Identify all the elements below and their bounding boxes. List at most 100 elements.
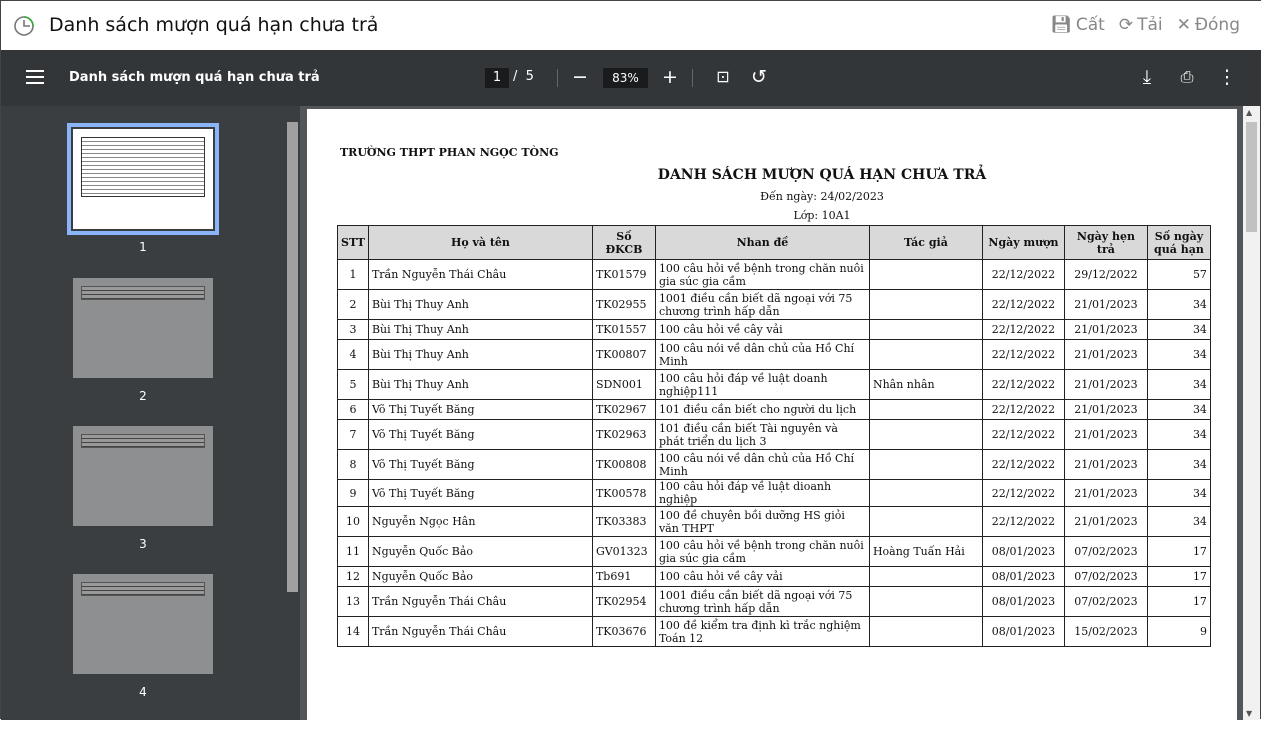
table-row: 14 Trần Nguyễn Thái Châu TK03676 100 đề kiể… — [337, 616, 1211, 647]
table-cell: 101 điều cần biết cho người du lịch — [654, 399, 870, 420]
table-row: 11 Nguyễn Quốc Bảo GV01323 100 câu hỏi về b… — [337, 536, 1211, 567]
menu-icon[interactable] — [26, 70, 44, 84]
table-cell: TK03383 — [591, 506, 656, 537]
rotate-icon[interactable]: ↺ — [747, 65, 771, 89]
table-cell: 08/01/2023 — [981, 586, 1065, 617]
table-row: 8 Võ Thị Tuyết Băng TK00808 100 câu nói về … — [337, 449, 1211, 480]
table-row: 9 Võ Thị Tuyết Băng TK00578 100 câu hỏi đáp… — [337, 479, 1211, 507]
table-cell: 21/01/2023 — [1063, 479, 1148, 507]
column-header: STT — [337, 225, 369, 260]
report-title: DANH SÁCH MƯỢN QUÁ HẠN CHƯA TRẢ — [657, 167, 987, 183]
thumbnail-page-1[interactable] — [67, 123, 219, 235]
table-cell: 21/01/2023 — [1063, 339, 1148, 370]
print-icon[interactable]: ⎙ — [1175, 65, 1199, 89]
document-title: Danh sách mượn quá hạn chưa trả — [69, 70, 320, 85]
table-cell: 22/12/2022 — [981, 506, 1065, 537]
save-button[interactable]: 💾︎ Cất — [1050, 15, 1105, 35]
thumbnail-label: 3 — [139, 537, 147, 551]
thumbnail-page-2[interactable] — [73, 278, 213, 378]
zoom-input[interactable]: 83% — [603, 68, 648, 88]
table-cell: 100 câu hỏi về bệnh trong chăn nuôi gia … — [654, 536, 870, 567]
table-cell — [868, 616, 983, 647]
table-cell: 100 câu hỏi về bệnh trong chăn nuôi gia … — [654, 259, 870, 290]
table-cell: 7 — [337, 419, 369, 450]
column-header: Tác giả — [868, 225, 983, 260]
table-cell: 07/02/2023 — [1063, 586, 1148, 617]
table-cell: 14 — [337, 616, 369, 647]
table-cell — [868, 419, 983, 450]
table-cell: 2 — [337, 289, 369, 320]
table-cell — [868, 289, 983, 320]
table-cell: 100 câu hỏi đáp về luật dioanh nghiệp — [654, 479, 870, 507]
table-cell: 34 — [1146, 339, 1211, 370]
table-cell: 21/01/2023 — [1063, 449, 1148, 480]
table-cell: 22/12/2022 — [981, 259, 1065, 290]
table-cell: 08/01/2023 — [981, 566, 1065, 587]
report-date: Đến ngày: 24/02/2023 — [760, 190, 884, 203]
table-cell — [868, 479, 983, 507]
reload-button[interactable]: ⟳ Tải — [1119, 15, 1163, 35]
table-cell: Võ Thị Tuyết Băng — [367, 399, 593, 420]
table-cell: 21/01/2023 — [1063, 506, 1148, 537]
main-scrollbar[interactable]: ▲ ▼ — [1243, 106, 1260, 720]
fit-page-icon[interactable]: ⊡ — [711, 65, 735, 89]
table-cell: 22/12/2022 — [981, 369, 1065, 400]
table-cell: 8 — [337, 449, 369, 480]
thumbnail-page-3[interactable] — [73, 426, 213, 526]
more-options-icon[interactable]: ⋮ — [1215, 65, 1239, 89]
table-row: 6 Võ Thị Tuyết Băng TK02967 101 điều cần bi… — [337, 399, 1211, 420]
close-icon: ✕ — [1176, 15, 1191, 35]
table-cell: 1001 điều cần biết dã ngoại với 75 chươn… — [654, 289, 870, 320]
table-cell: 100 câu hỏi về cây vải — [654, 566, 870, 587]
table-cell: 6 — [337, 399, 369, 420]
table-cell: 22/12/2022 — [981, 289, 1065, 320]
table-cell: 34 — [1146, 369, 1211, 400]
table-cell: TK01557 — [591, 319, 656, 340]
page-count: / 5 — [513, 69, 534, 84]
close-button[interactable]: ✕ Đóng — [1177, 15, 1240, 35]
table-cell: 9 — [1146, 616, 1211, 647]
thumbnail-label: 4 — [139, 685, 147, 699]
table-row: 10 Nguyễn Ngọc Hân TK03383 100 đề chuyên bồ… — [337, 506, 1211, 537]
page-number-input[interactable]: 1 — [485, 68, 509, 88]
table-cell: 22/12/2022 — [981, 319, 1065, 340]
table-cell — [868, 339, 983, 370]
zoom-in-button[interactable]: + — [658, 65, 682, 89]
download-icon[interactable]: ⤓ — [1135, 65, 1159, 89]
table-cell: 100 đề kiểm tra định kì trắc nghiệm Toán… — [654, 616, 870, 647]
divider — [692, 69, 693, 87]
table-cell: 29/12/2022 — [1063, 259, 1148, 290]
table-row: 4 Bùi Thị Thuy Anh TK00807 100 câu nói về d… — [337, 339, 1211, 370]
thumbnail-page-4[interactable] — [73, 574, 213, 674]
table-cell — [868, 566, 983, 587]
table-cell: Bùi Thị Thuy Anh — [367, 289, 593, 320]
table-cell: 22/12/2022 — [981, 339, 1065, 370]
table-cell: 07/02/2023 — [1063, 536, 1148, 567]
table-cell: 21/01/2023 — [1063, 399, 1148, 420]
thumbnail-sidebar: 1 2 3 4 — [1, 106, 285, 720]
pdf-toolbar: Danh sách mượn quá hạn chưa trả 1 / 5 − … — [1, 50, 1261, 106]
table-cell: Nguyễn Quốc Bảo — [367, 566, 593, 587]
divider — [557, 69, 558, 87]
table-cell: SDN001 — [591, 369, 656, 400]
refresh-icon: ⟳ — [1118, 15, 1134, 35]
table-cell: TK00578 — [591, 479, 656, 507]
table-cell: 21/01/2023 — [1063, 289, 1148, 320]
table-row: 5 Bùi Thị Thuy Anh SDN001 100 câu hỏi đáp v… — [337, 369, 1211, 400]
table-cell: 17 — [1146, 536, 1211, 567]
zoom-out-button[interactable]: − — [568, 65, 592, 89]
table-cell: 10 — [337, 506, 369, 537]
thumbnail-label: 1 — [139, 240, 147, 254]
sidebar-scrollbar[interactable] — [285, 106, 300, 720]
report-icon — [14, 16, 34, 36]
table-cell: 34 — [1146, 319, 1211, 340]
table-cell: 34 — [1146, 506, 1211, 537]
table-cell: TK01579 — [591, 259, 656, 290]
table-cell: Tb691 — [591, 566, 656, 587]
table-row: 7 Võ Thị Tuyết Băng TK02963 101 điều cần bi… — [337, 419, 1211, 450]
table-cell: 17 — [1146, 566, 1211, 587]
table-cell: 34 — [1146, 449, 1211, 480]
table-cell: Nguyễn Quốc Bảo — [367, 536, 593, 567]
table-cell — [868, 449, 983, 480]
table-cell: Bùi Thị Thuy Anh — [367, 319, 593, 340]
